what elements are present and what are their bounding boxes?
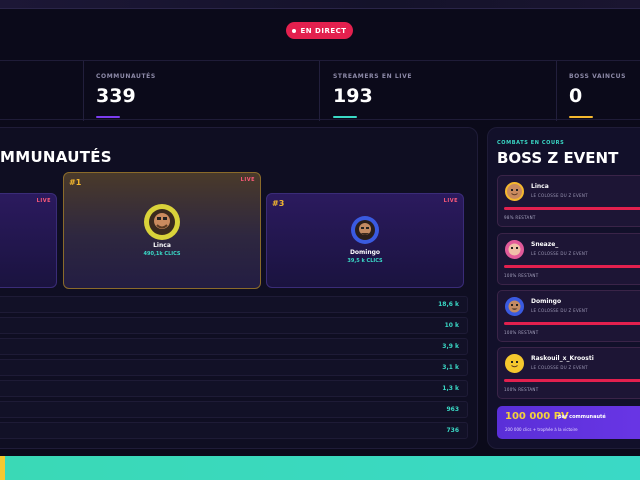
boss-panel-eyebrow: COMBATS EN COURS	[497, 140, 565, 146]
boss-hp-bar	[504, 265, 640, 268]
hp-reward-text: 200 000 clics + trophée à la victoire	[505, 427, 578, 432]
list-item[interactable]: 963	[0, 401, 468, 418]
hp-info-box: 100 000 PV par communauté 200 000 clics …	[497, 406, 640, 439]
avatar-face-icon	[508, 243, 521, 256]
boss-hp-bar	[504, 322, 640, 325]
avatar-face-icon	[149, 209, 175, 235]
row-value: 963	[446, 406, 459, 413]
avatar-face-icon	[508, 185, 521, 198]
boss-subtitle: LE COLOSSE DU Z EVENT	[531, 251, 588, 256]
live-badge[interactable]: EN DIRECT	[286, 22, 353, 39]
boss-fighter-name: Linca	[531, 183, 549, 190]
boss-fight-card[interactable]: Raskouil_x_Kroosti LE COLOSSE DU Z EVENT…	[497, 347, 640, 399]
podium-card-1[interactable]: #1 LIVE Linca 490,1k CLICS	[63, 172, 261, 289]
boss-hp-percent: 100% RESTANT	[504, 273, 539, 278]
boss-fight-card[interactable]: Domingo LE COLOSSE DU Z EVENT 100% RESTA…	[497, 290, 640, 342]
list-item[interactable]: 18,6 k	[0, 296, 468, 313]
podium-card-3[interactable]: #3 LIVE Domingo 39,5 k CLICS	[266, 193, 464, 288]
avatar	[505, 354, 524, 373]
boss-fighter-name: Domingo	[531, 298, 562, 305]
boss-fight-card[interactable]: Linca LE COLOSSE DU Z EVENT 98% RESTANT	[497, 175, 640, 227]
list-item[interactable]: 1,3 k	[0, 380, 468, 397]
stat-streamers: STREAMERS EN LIVE 193	[333, 73, 412, 107]
avatar	[144, 204, 180, 240]
boss-hp-bar	[504, 207, 640, 210]
list-item[interactable]: 3,9 k	[0, 338, 468, 355]
stat-label: STREAMERS EN LIVE	[333, 73, 413, 80]
avatar	[351, 216, 379, 244]
avatar	[505, 182, 524, 201]
boss-hp-percent: 100% RESTANT	[504, 330, 539, 335]
live-tag: LIVE	[36, 198, 51, 204]
avatar-face-icon	[355, 220, 375, 240]
avatar	[505, 240, 524, 259]
boss-hp-percent: 98% RESTANT	[504, 215, 536, 220]
stat-accent-bar	[333, 116, 357, 118]
community-clicks: 39,5 k CLICS	[347, 258, 383, 264]
row-value: 736	[446, 427, 459, 434]
podium-card-2[interactable]: LIVE	[0, 193, 57, 288]
stat-value: 339	[96, 85, 136, 107]
live-dot-icon	[292, 28, 297, 33]
live-tag: LIVE	[240, 177, 255, 183]
boss-fight-card[interactable]: Sneaze_ LE COLOSSE DU Z EVENT 100% RESTA…	[497, 233, 640, 285]
boss-subtitle: LE COLOSSE DU Z EVENT	[531, 193, 588, 198]
stat-communities: COMMUNAUTÉS 339	[96, 73, 156, 107]
bottom-accent	[0, 456, 5, 480]
row-value: 3,9 k	[442, 343, 459, 350]
community-clicks: 490,1k CLICS	[143, 251, 181, 257]
stat-divider	[556, 61, 557, 121]
rank-label: #1	[69, 178, 82, 187]
community-name: Domingo	[349, 249, 381, 256]
stat-accent-bar	[96, 116, 120, 118]
hp-per-community: par communauté	[558, 414, 606, 420]
avatar	[505, 297, 524, 316]
community-name: Linca	[153, 242, 171, 249]
row-value: 1,3 k	[442, 385, 459, 392]
row-value: 10 k	[444, 322, 459, 329]
boss-fighter-name: Raskouil_x_Kroosti	[531, 355, 594, 362]
rank-label: #3	[272, 199, 285, 208]
bottom-banner	[0, 456, 640, 480]
row-value: 3,1 k	[442, 364, 459, 371]
stat-accent-bar	[569, 116, 593, 118]
list-item[interactable]: 10 k	[0, 317, 468, 334]
stat-value: 0	[569, 85, 583, 107]
boss-subtitle: LE COLOSSE DU Z EVENT	[531, 365, 588, 370]
avatar-face-icon	[508, 300, 521, 313]
stat-bosses: BOSS VAINCUS 0	[569, 73, 626, 107]
communities-title: MMUNAUTÉS	[0, 148, 112, 166]
stat-divider	[319, 61, 320, 121]
live-tag: LIVE	[443, 198, 458, 204]
top-strip	[0, 0, 640, 9]
avatar-face-icon	[508, 357, 521, 370]
stat-value: 193	[333, 85, 373, 107]
stat-divider	[83, 61, 84, 121]
live-badge-label: EN DIRECT	[300, 26, 347, 35]
boss-hp-bar	[504, 379, 640, 382]
boss-hp-percent: 100% RESTANT	[504, 387, 539, 392]
boss-fighter-name: Sneaze_	[531, 241, 559, 248]
row-value: 18,6 k	[438, 301, 459, 308]
list-item[interactable]: 736	[0, 422, 468, 439]
stats-bar: COMMUNAUTÉS 339 STREAMERS EN LIVE 193 BO…	[0, 60, 640, 121]
list-item[interactable]: 3,1 k	[0, 359, 468, 376]
stat-label: COMMUNAUTÉS	[96, 73, 156, 80]
stat-label: BOSS VAINCUS	[569, 73, 627, 80]
boss-panel-title: BOSS Z EVENT	[497, 149, 619, 167]
boss-subtitle: LE COLOSSE DU Z EVENT	[531, 308, 588, 313]
